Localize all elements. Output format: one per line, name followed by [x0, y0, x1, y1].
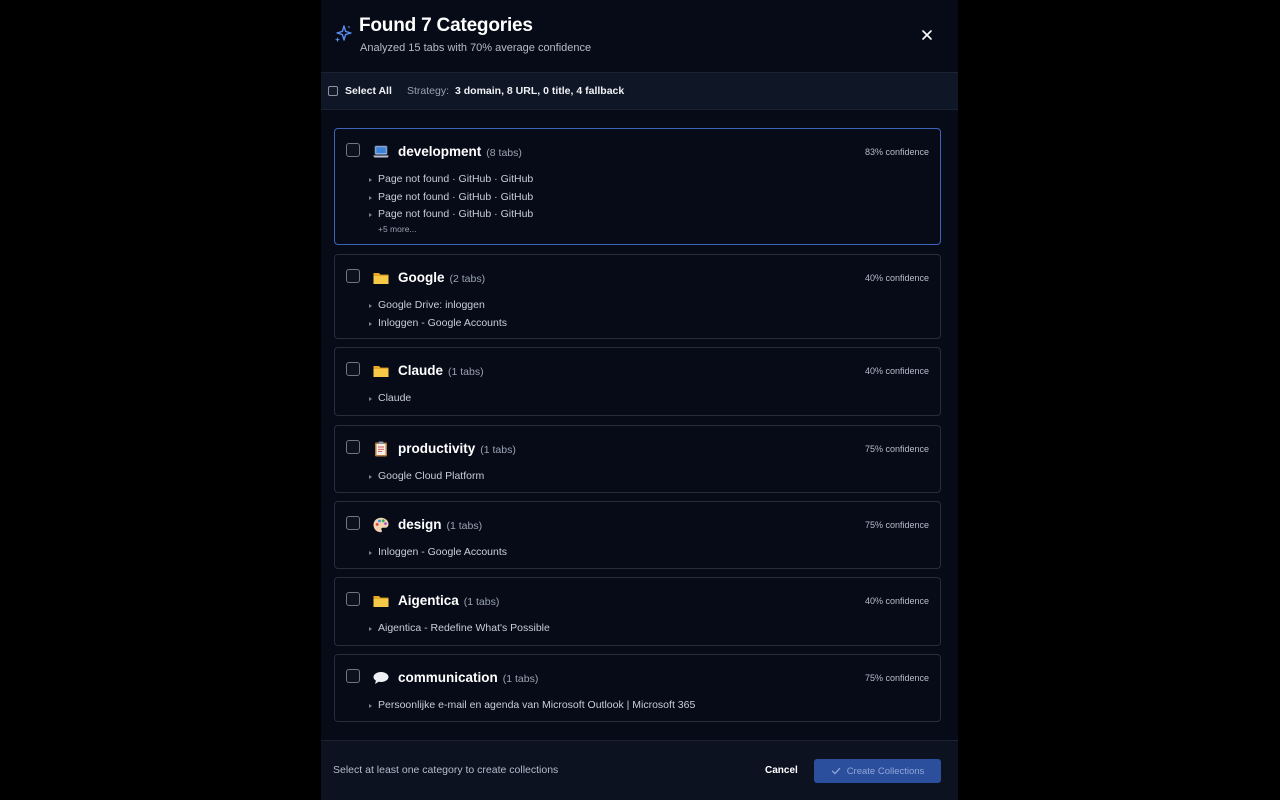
laptop-icon: [373, 145, 389, 158]
tab-count: (1 tabs): [502, 673, 539, 685]
strategy-value: 3 domain, 8 URL, 0 title, 4 fallback: [455, 85, 625, 97]
confidence-label: 40% confidence: [864, 273, 929, 283]
tab-count: (1 tabs): [480, 444, 516, 456]
category-name: Google (2 tabs): [398, 270, 486, 285]
strategy-label: Strategy:: [407, 85, 450, 97]
category-card[interactable]: communication (1 tabs) 75% confidence Per…: [334, 654, 941, 722]
list-item: Claude: [369, 390, 411, 408]
list-item: Google Drive: inloggen: [369, 297, 507, 315]
tab-count: (8 tabs): [486, 147, 522, 159]
list-item: Page not found · GitHub · GitHub: [369, 206, 533, 224]
tab-list: Google Cloud Platform: [369, 468, 484, 486]
category-name: productivity (1 tabs): [398, 441, 516, 456]
footer-hint: Select at least one category to create c…: [333, 764, 559, 776]
select-all-checkbox[interactable]: [328, 86, 338, 96]
list-item: Inloggen - Google Accounts: [369, 315, 507, 333]
category-card[interactable]: development (8 tabs) 83% confidence Page …: [334, 128, 941, 245]
category-checkbox[interactable]: [346, 592, 360, 606]
folder-icon: [373, 596, 389, 607]
tab-list: Google Drive: inloggen Inloggen - Google…: [369, 297, 507, 332]
list-item: Page not found · GitHub · GitHub: [369, 171, 533, 189]
category-card[interactable]: design (1 tabs) 75% confidence Inloggen -…: [334, 501, 941, 569]
list-item: Google Cloud Platform: [369, 468, 484, 486]
tab-list: Page not found · GitHub · GitHub Page no…: [369, 171, 533, 224]
category-name: Claude (1 tabs): [398, 363, 484, 378]
select-all-label[interactable]: Select All: [345, 85, 392, 97]
speech-bubble-icon: [373, 672, 389, 684]
selection-toolbar: Select All Strategy: 3 domain, 8 URL, 0 …: [321, 72, 958, 110]
category-name: communication (1 tabs): [398, 670, 539, 685]
list-item: Inloggen - Google Accounts: [369, 544, 507, 562]
create-collections-label: Create Collections: [846, 765, 925, 777]
list-item: Persoonlijke e-mail en agenda van Micros…: [369, 697, 695, 715]
category-card[interactable]: Claude (1 tabs) 40% confidence Claude: [334, 347, 941, 416]
close-icon[interactable]: [919, 27, 935, 43]
cancel-button[interactable]: Cancel: [765, 765, 798, 776]
category-checkbox[interactable]: [346, 669, 360, 683]
more-tabs-label: +5 more...: [378, 224, 417, 234]
confidence-label: 75% confidence: [864, 444, 929, 454]
confidence-label: 83% confidence: [864, 147, 929, 157]
modal-footer: Select at least one category to create c…: [321, 740, 958, 800]
tab-count: (1 tabs): [446, 520, 483, 532]
category-card[interactable]: productivity (1 tabs) 75% confidence Goog…: [334, 425, 941, 493]
list-item: Aigentica - Redefine What's Possible: [369, 620, 550, 638]
confidence-label: 40% confidence: [864, 596, 929, 606]
confidence-label: 40% confidence: [864, 366, 929, 376]
list-item: Page not found · GitHub · GitHub: [369, 189, 533, 207]
tab-list: Aigentica - Redefine What's Possible: [369, 620, 550, 638]
tab-list: Claude: [369, 390, 411, 408]
tab-list: Inloggen - Google Accounts: [369, 544, 507, 562]
modal-title: Found 7 Categories: [359, 15, 533, 36]
categories-modal: Found 7 Categories Analyzed 15 tabs with…: [321, 0, 958, 800]
folder-icon: [373, 273, 389, 284]
modal-header: Found 7 Categories Analyzed 15 tabs with…: [321, 0, 958, 72]
sparkles-icon: [335, 25, 352, 43]
category-name: design (1 tabs): [398, 517, 483, 532]
palette-icon: [373, 517, 389, 533]
check-icon: [831, 767, 840, 775]
category-card[interactable]: Google (2 tabs) 40% confidence Google Dri…: [334, 254, 941, 339]
category-checkbox[interactable]: [346, 516, 360, 530]
tab-count: (1 tabs): [463, 596, 500, 608]
modal-subtitle: Analyzed 15 tabs with 70% average confid…: [360, 42, 592, 54]
category-card[interactable]: Aigentica (1 tabs) 40% confidence Aigenti…: [334, 577, 941, 646]
confidence-label: 75% confidence: [864, 673, 929, 683]
tab-count: (2 tabs): [449, 273, 486, 285]
category-checkbox[interactable]: [346, 440, 360, 454]
category-checkbox[interactable]: [346, 143, 360, 157]
category-name: development (8 tabs): [398, 144, 522, 159]
category-checkbox[interactable]: [346, 269, 360, 283]
create-collections-button[interactable]: Create Collections: [814, 759, 941, 783]
confidence-label: 75% confidence: [864, 520, 929, 530]
tab-count: (1 tabs): [448, 366, 484, 378]
category-name: Aigentica (1 tabs): [398, 593, 500, 608]
folder-icon: [373, 366, 389, 377]
clipboard-icon: [375, 441, 387, 457]
tab-list: Persoonlijke e-mail en agenda van Micros…: [369, 697, 695, 715]
category-checkbox[interactable]: [346, 362, 360, 376]
